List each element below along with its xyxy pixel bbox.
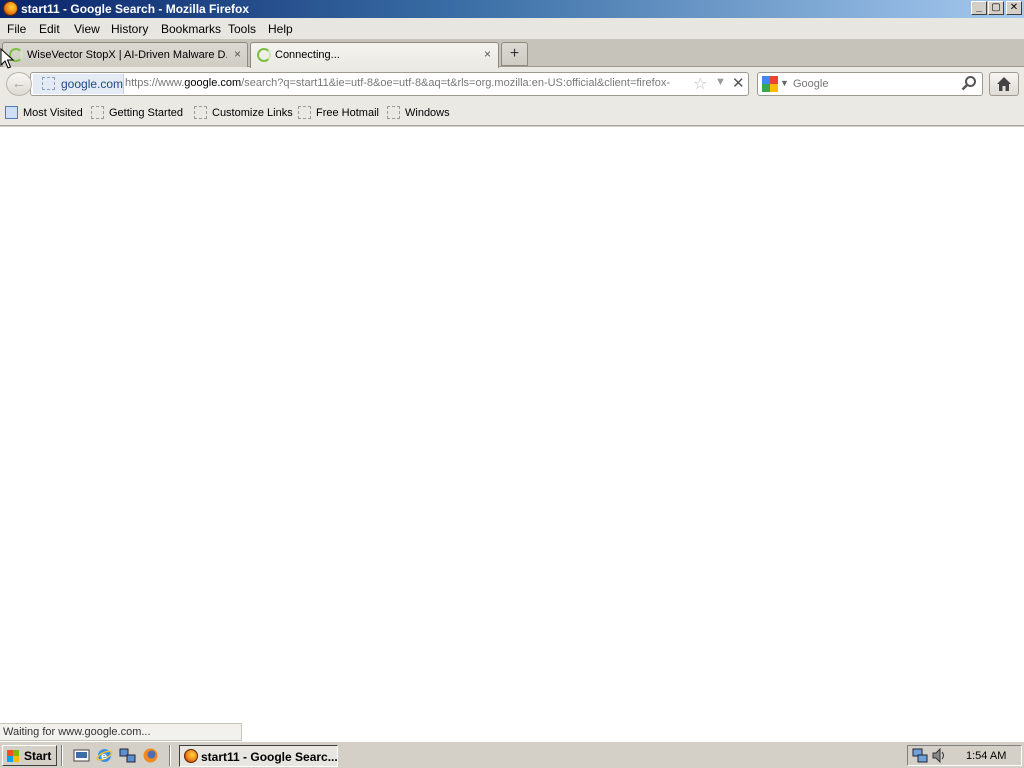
network-tray-icon[interactable] <box>912 748 928 763</box>
url-bar[interactable]: google.com https://www.google.com/search… <box>30 72 749 96</box>
start-button[interactable]: Start <box>2 745 57 766</box>
menu-file[interactable]: File <box>7 22 26 36</box>
tab-label: Connecting... <box>275 49 340 61</box>
url-prefix: https://www. <box>125 77 185 89</box>
magnifier-icon[interactable] <box>961 75 977 95</box>
new-tab-button[interactable]: + <box>501 42 528 66</box>
bookmark-page-icon <box>194 106 207 119</box>
most-visited-icon <box>5 106 18 119</box>
status-text: Waiting for www.google.com... <box>3 726 151 738</box>
bookmark-most-visited[interactable]: Most Visited <box>5 106 83 119</box>
bookmark-label: Windows <box>405 107 450 119</box>
taskbar-separator <box>169 745 171 766</box>
tab-close-icon[interactable]: × <box>234 47 241 61</box>
firefox-quicklaunch-icon[interactable] <box>142 747 159 764</box>
menu-bookmarks[interactable]: Bookmarks <box>161 22 221 36</box>
bookmark-label: Customize Links <box>212 107 293 119</box>
search-input[interactable]: Google <box>793 78 828 90</box>
tab-label: WiseVector StopX | AI-Driven Malware D..… <box>27 49 227 61</box>
bookmark-windows[interactable]: Windows <box>387 106 450 119</box>
back-button[interactable]: ← <box>6 72 32 96</box>
menu-bar: File Edit View History Bookmarks Tools H… <box>0 18 1024 39</box>
bookmarks-toolbar: Most Visited Getting Started Customize L… <box>0 101 1024 126</box>
mouse-cursor-icon <box>0 48 14 69</box>
home-button[interactable] <box>989 72 1019 96</box>
url-path: /search?q=start11&ie=utf-8&oe=utf-8&aq=t… <box>241 77 670 89</box>
tab-strip: WiseVector StopX | AI-Driven Malware D..… <box>0 39 1024 68</box>
tab-close-icon[interactable]: × <box>484 47 491 61</box>
firefox-icon[interactable] <box>3 1 18 16</box>
windows-logo-icon <box>7 750 19 762</box>
bookmark-label: Most Visited <box>23 107 83 119</box>
bookmark-label: Getting Started <box>109 107 183 119</box>
taskbar-firefox-window[interactable]: start11 - Google Searc... <box>179 745 338 767</box>
svg-text:e: e <box>101 752 107 762</box>
menu-help[interactable]: Help <box>268 22 293 36</box>
window-titlebar[interactable]: start11 - Google Search - Mozilla Firefo… <box>0 0 1024 18</box>
menu-tools[interactable]: Tools <box>228 22 256 36</box>
favicon-placeholder-icon <box>42 77 55 90</box>
search-bar[interactable]: ▼ Google <box>757 72 983 96</box>
tab-connecting[interactable]: Connecting... × <box>250 42 499 68</box>
minimize-button[interactable]: _ <box>971 1 987 15</box>
firefox-icon <box>184 749 198 763</box>
bookmark-star-icon[interactable]: ☆ <box>693 74 707 94</box>
system-tray: 1:54 AM <box>907 745 1022 766</box>
menu-history[interactable]: History <box>111 22 148 36</box>
page-content-area[interactable] <box>0 127 1024 741</box>
start-label: Start <box>24 749 52 763</box>
bookmark-page-icon <box>387 106 400 119</box>
taskbar-separator <box>61 745 63 766</box>
volume-icon[interactable] <box>931 747 947 764</box>
navigation-toolbar: google.com https://www.google.com/search… <box>0 67 1024 101</box>
tab-wisevector[interactable]: WiseVector StopX | AI-Driven Malware D..… <box>2 42 248 67</box>
taskbar: Start e start11 - Google Searc... 1:54 A… <box>0 741 1024 768</box>
bookmark-page-icon <box>91 106 104 119</box>
window-title: start11 - Google Search - Mozilla Firefo… <box>21 2 250 16</box>
bookmark-getting-started[interactable]: Getting Started <box>91 106 183 119</box>
bookmark-free-hotmail[interactable]: Free Hotmail <box>298 106 379 119</box>
engine-dropdown-icon[interactable]: ▼ <box>780 78 789 88</box>
stop-loading-icon[interactable]: ✕ <box>732 74 745 92</box>
loading-spinner-icon <box>257 48 271 62</box>
back-arrow-icon: ← <box>11 75 27 92</box>
close-window-button[interactable]: ✕ <box>1006 1 1022 15</box>
url-history-dropdown-icon[interactable]: ▼ <box>715 76 726 88</box>
status-panel: Waiting for www.google.com... <box>0 723 242 741</box>
home-icon <box>997 77 1011 91</box>
internet-explorer-icon[interactable]: e <box>96 747 113 764</box>
restore-button[interactable]: ▢ <box>988 1 1004 15</box>
bookmark-label: Free Hotmail <box>316 107 379 119</box>
url-text[interactable]: https://www.google.com/search?q=start11&… <box>125 77 691 89</box>
menu-view[interactable]: View <box>74 22 100 36</box>
show-desktop-icon[interactable] <box>73 747 90 764</box>
google-engine-icon[interactable] <box>762 76 778 92</box>
network-icon[interactable] <box>119 747 136 764</box>
bookmark-customize-links[interactable]: Customize Links <box>194 106 293 119</box>
site-identity-domain: google.com <box>61 77 124 91</box>
site-identity-button[interactable]: google.com <box>33 74 124 94</box>
taskbar-clock[interactable]: 1:54 AM <box>966 750 1006 762</box>
taskbar-window-label: start11 - Google Searc... <box>201 750 338 764</box>
url-host: google.com <box>184 77 242 89</box>
menu-edit[interactable]: Edit <box>39 22 60 36</box>
bookmark-page-icon <box>298 106 311 119</box>
